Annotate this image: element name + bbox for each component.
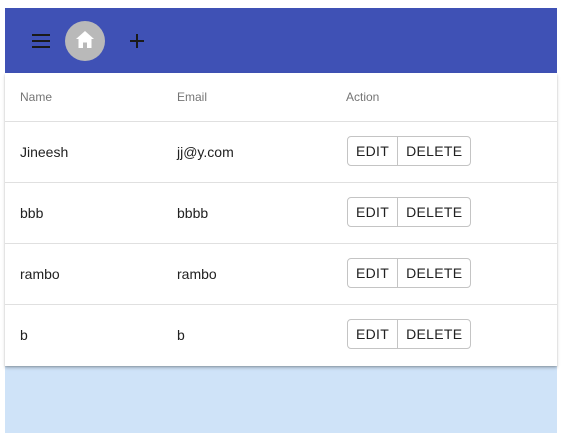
delete-button[interactable]: DELETE <box>398 320 470 348</box>
row-actions: EDIT DELETE <box>347 319 472 349</box>
add-button[interactable] <box>125 29 149 53</box>
home-button[interactable] <box>65 21 105 61</box>
row-actions: EDIT DELETE <box>347 197 472 227</box>
column-header-name: Name <box>20 90 53 104</box>
row-actions: EDIT DELETE <box>347 258 472 288</box>
column-header-action: Action <box>346 90 380 104</box>
edit-button[interactable]: EDIT <box>348 198 399 226</box>
edit-button[interactable]: EDIT <box>348 259 399 287</box>
column-header-email: Email <box>177 90 208 104</box>
table-row: Jineesh jj@y.com EDIT DELETE <box>5 122 557 183</box>
home-icon <box>76 31 94 48</box>
row-email: rambo <box>177 266 217 282</box>
plus-icon <box>130 34 144 48</box>
row-name: Jineesh <box>20 144 69 160</box>
row-email: jj@y.com <box>177 144 234 160</box>
row-email: b <box>177 327 185 343</box>
table-row: bbb bbbb EDIT DELETE <box>5 183 557 244</box>
delete-button[interactable]: DELETE <box>398 259 470 287</box>
row-actions: EDIT DELETE <box>347 136 472 166</box>
users-table: Name Email Action Jineesh jj@y.com EDIT … <box>5 73 557 366</box>
row-name: b <box>20 327 28 343</box>
page-background: Name Email Action Jineesh jj@y.com EDIT … <box>5 8 557 433</box>
delete-button[interactable]: DELETE <box>398 137 470 165</box>
app-toolbar <box>5 8 557 73</box>
row-name: bbb <box>20 205 44 221</box>
edit-button[interactable]: EDIT <box>348 137 399 165</box>
table-row: b b EDIT DELETE <box>5 305 557 366</box>
row-email: bbbb <box>177 205 209 221</box>
table-header-row: Name Email Action <box>5 73 557 122</box>
menu-icon <box>32 34 50 48</box>
table-row: rambo rambo EDIT DELETE <box>5 244 557 305</box>
menu-button[interactable] <box>29 32 53 50</box>
edit-button[interactable]: EDIT <box>348 320 399 348</box>
row-name: rambo <box>20 266 60 282</box>
delete-button[interactable]: DELETE <box>398 198 470 226</box>
